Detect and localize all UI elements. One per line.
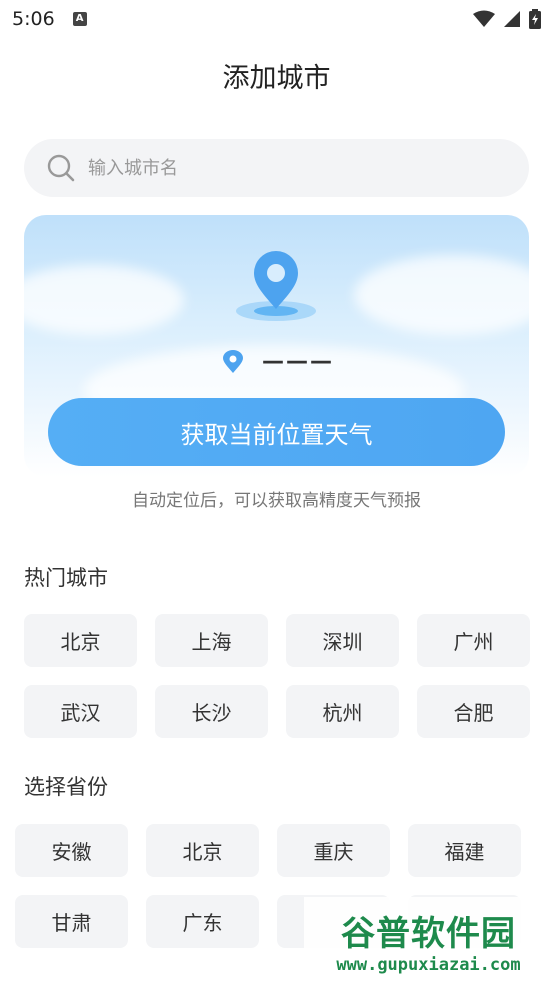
notification-icon: A <box>72 12 87 26</box>
cloud-decoration <box>354 255 529 335</box>
search-icon <box>47 154 75 182</box>
cloud-decoration <box>24 265 184 335</box>
wifi-icon <box>473 10 495 27</box>
search-input[interactable] <box>88 157 468 179</box>
watermark-brand: 谷普软件园 <box>341 914 516 954</box>
province-chip[interactable]: 北京 <box>146 824 259 877</box>
status-icons <box>473 9 541 29</box>
provinces-title: 选择省份 <box>24 775 108 799</box>
hot-city-chip[interactable]: 杭州 <box>286 685 399 738</box>
hot-city-chip[interactable]: 长沙 <box>155 685 268 738</box>
province-chip[interactable]: 福建 <box>408 824 521 877</box>
hot-city-chip[interactable]: 上海 <box>155 614 268 667</box>
province-chip[interactable]: 重庆 <box>277 824 390 877</box>
location-pin-hero-icon <box>236 251 316 321</box>
search-box[interactable] <box>24 139 529 197</box>
status-bar: 5:06 A <box>0 0 553 38</box>
hot-city-chip[interactable]: 北京 <box>24 614 137 667</box>
watermark-url: www.gupuxiazai.com <box>336 955 521 975</box>
hot-city-chip[interactable]: 武汉 <box>24 685 137 738</box>
hot-cities-grid: 北京 上海 深圳 广州 武汉 长沙 杭州 合肥 <box>24 614 530 738</box>
status-time: 5:06 <box>12 8 55 30</box>
get-current-location-weather-button[interactable]: 获取当前位置天气 <box>48 398 505 466</box>
location-pin-icon <box>223 349 243 373</box>
province-chip[interactable]: 安徽 <box>15 824 128 877</box>
page-title: 添加城市 <box>222 63 331 94</box>
location-hint: 自动定位后，可以获取高精度天气预报 <box>132 491 421 511</box>
current-location-value: ——— <box>262 349 334 374</box>
hot-city-chip[interactable]: 深圳 <box>286 614 399 667</box>
province-chip[interactable]: 广东 <box>146 895 259 948</box>
province-chip[interactable]: 甘肃 <box>15 895 128 948</box>
hot-cities-title: 热门城市 <box>24 566 108 590</box>
watermark: 谷普软件园 www.gupuxiazai.com <box>304 897 553 984</box>
current-location-row: ——— <box>222 349 334 374</box>
hot-city-chip[interactable]: 合肥 <box>417 685 530 738</box>
signal-icon <box>504 11 520 27</box>
hot-city-chip[interactable]: 广州 <box>417 614 530 667</box>
battery-icon <box>529 9 541 29</box>
